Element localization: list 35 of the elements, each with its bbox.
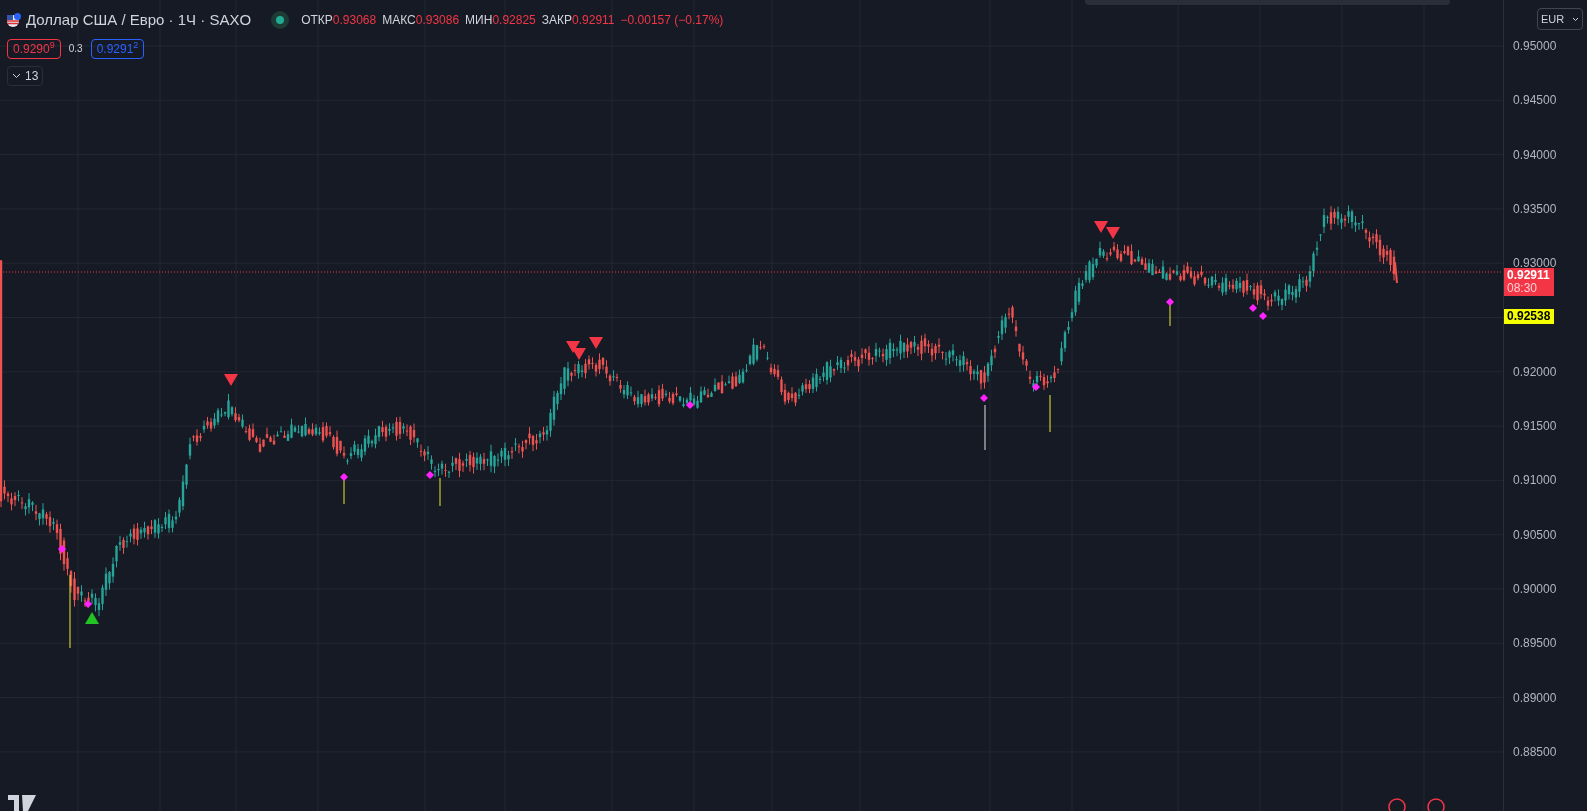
ohlc-value: 0.92825 <box>492 12 536 30</box>
ohlc-value: 0.93086 <box>415 12 460 30</box>
last-price-tag: 0.92911 08:30 <box>1504 268 1554 296</box>
price-tick: 0.93500 <box>1513 200 1557 217</box>
price-tick: 0.94000 <box>1513 146 1557 163</box>
ohlc-label: ЗАКР <box>541 12 573 30</box>
price-tick: 0.95000 <box>1513 38 1557 54</box>
price-tick: 0.88500 <box>1513 743 1557 760</box>
indicators-toggle[interactable]: 13 <box>7 65 44 86</box>
ohlc-value: 0.93068 <box>332 12 377 30</box>
alert-marks-icon <box>1388 798 1448 811</box>
ohlc-value: 0.92911 <box>572 12 615 30</box>
ohlc-label: ОТКР <box>301 12 333 30</box>
chevron-icon <box>12 72 21 79</box>
chevron-icon <box>1572 16 1579 22</box>
price-level-tag: 0.92538 <box>1504 309 1554 324</box>
logo-icon <box>8 795 36 811</box>
spread-value: 0.3 <box>68 42 83 56</box>
ohlc-label: МИН <box>465 12 493 30</box>
price-change: −0.00157 (−0.17%) <box>620 12 724 30</box>
price-tick: 0.89000 <box>1513 689 1557 706</box>
buy-button[interactable]: 0.9291$^{2}$ <box>90 38 145 59</box>
price-tick: 0.89500 <box>1513 635 1557 652</box>
price-tick: 0.90000 <box>1513 580 1557 597</box>
price-tick: 0.91500 <box>1513 418 1557 435</box>
price-tick: 0.93000 <box>1513 255 1557 271</box>
price-tick: 0.94500 <box>1513 92 1557 109</box>
currency-dropdown[interactable]: EUR <box>1537 8 1583 30</box>
sell-button[interactable]: 0.9290$^{9}$ <box>7 38 61 59</box>
price-tick: 0.92000 <box>1513 363 1557 380</box>
ohlc-label: МАКС <box>382 12 416 30</box>
price-tick: 0.91000 <box>1513 472 1557 489</box>
flag-icon <box>7 13 21 28</box>
price-tick: 0.90500 <box>1513 526 1557 543</box>
symbol-title[interactable]: Доллар США / Евро · 1Ч · SAXO <box>26 9 252 32</box>
